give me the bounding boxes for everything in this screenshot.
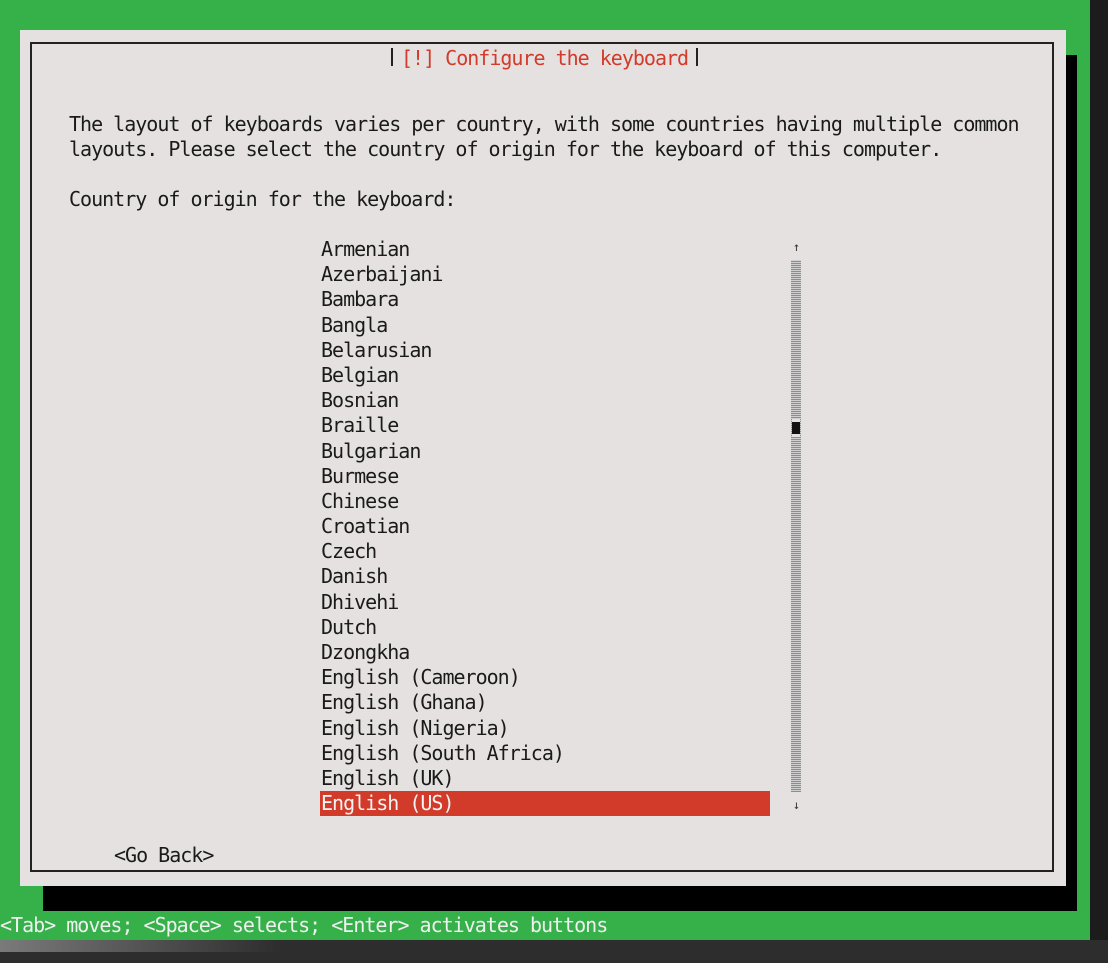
list-item[interactable]: English (South Africa)	[320, 741, 770, 766]
list-item[interactable]: Burmese	[320, 464, 770, 489]
list-item[interactable]: Dhivehi	[320, 590, 770, 615]
list-item[interactable]: Chinese	[320, 489, 770, 514]
scroll-track[interactable]	[791, 260, 801, 792]
list-item[interactable]: English (Nigeria)	[320, 716, 770, 741]
list-item[interactable]: Armenian	[320, 237, 770, 262]
description-line-2: layouts. Please select the country of or…	[69, 137, 942, 161]
list-item[interactable]: Azerbaijani	[320, 262, 770, 287]
dialog-description: The layout of keyboards varies per count…	[69, 112, 1020, 162]
list-item[interactable]: Dzongkha	[320, 640, 770, 665]
list-item[interactable]: Danish	[320, 564, 770, 589]
list-item[interactable]: English (Cameroon)	[320, 665, 770, 690]
list-item[interactable]: Belarusian	[320, 338, 770, 363]
list-item[interactable]: Dutch	[320, 615, 770, 640]
list-item[interactable]: English (Ghana)	[320, 690, 770, 715]
list-item[interactable]: English (UK)	[320, 766, 770, 791]
help-line: <Tab> moves; <Space> selects; <Enter> ac…	[0, 913, 608, 937]
dialog-title: [!] Configure the keyboard	[401, 46, 689, 70]
list-item[interactable]: Bulgarian	[320, 439, 770, 464]
installer-screen: [!] Configure the keyboard The layout of…	[0, 0, 1108, 963]
list-item[interactable]: Czech	[320, 539, 770, 564]
keyboard-country-list[interactable]: Armenian Azerbaijani Bambara Bangla Belarusi…	[320, 237, 770, 817]
list-item[interactable]: Braille	[320, 413, 770, 438]
scroll-up-arrow-icon[interactable]: ↑	[790, 240, 802, 254]
dialog-title-box: [!] Configure the keyboard	[387, 44, 703, 72]
list-prompt: Country of origin for the keyboard:	[69, 187, 456, 211]
list-item[interactable]: Bambara	[320, 287, 770, 312]
configure-keyboard-dialog: [!] Configure the keyboard The layout of…	[20, 30, 1066, 886]
scroll-thumb[interactable]	[792, 419, 800, 437]
list-item[interactable]: Bosnian	[320, 388, 770, 413]
description-line-1: The layout of keyboards varies per count…	[69, 112, 1020, 136]
list-item[interactable]: Belgian	[320, 363, 770, 388]
bottom-strip	[0, 940, 1108, 963]
go-back-button[interactable]: <Go Back>	[114, 843, 214, 867]
list-item-selected[interactable]: English (US)	[320, 791, 770, 817]
right-edge	[1090, 0, 1108, 963]
scroll-down-arrow-icon[interactable]: ↓	[790, 798, 802, 812]
list-scrollbar[interactable]: ↑ ↓	[790, 240, 802, 812]
list-item[interactable]: Croatian	[320, 514, 770, 539]
list-item[interactable]: Bangla	[320, 313, 770, 338]
